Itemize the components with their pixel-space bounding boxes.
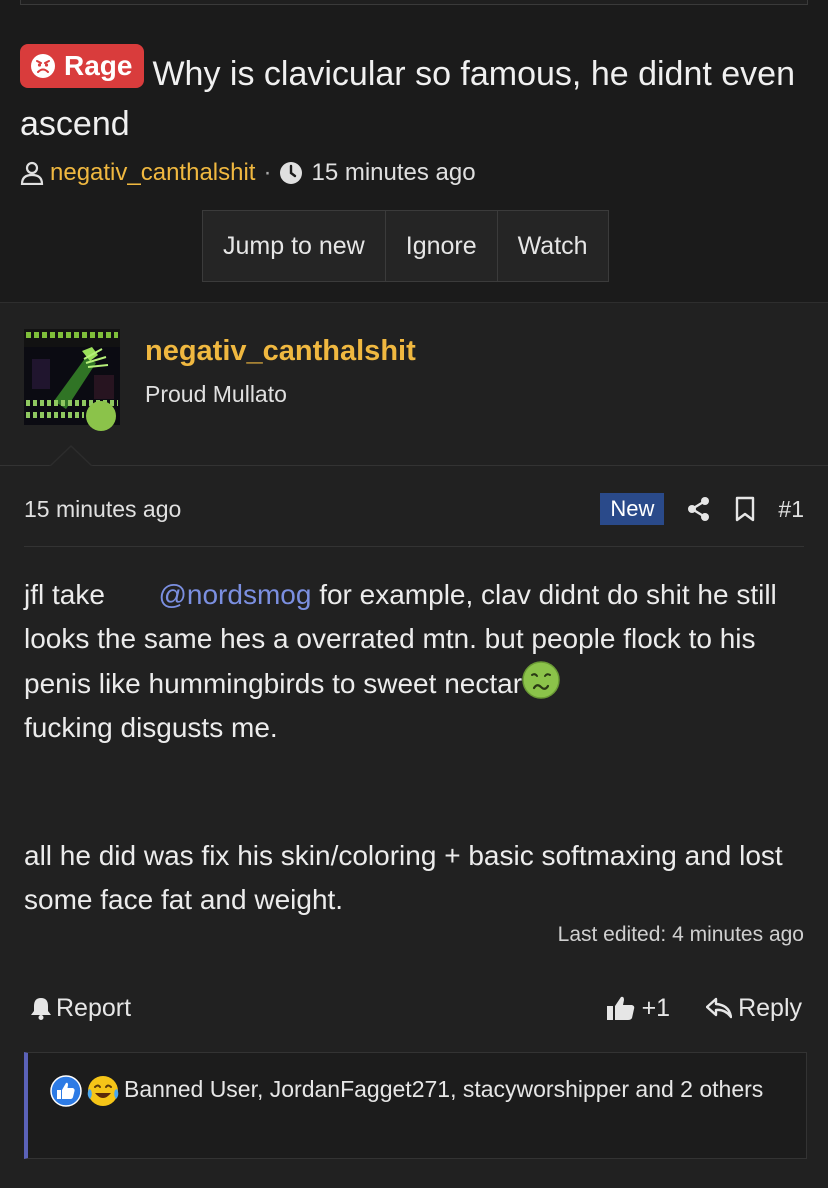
thread-button-group: Jump to new Ignore Watch — [202, 210, 609, 282]
bookmark-icon[interactable] — [734, 496, 756, 522]
post-actions-right: +1 Reply — [606, 994, 802, 1023]
watch-button[interactable]: Watch — [498, 211, 608, 281]
post-actions: Report +1 Reply — [30, 988, 802, 1028]
report-label: Report — [56, 993, 132, 1022]
user-icon — [20, 161, 44, 185]
post-1: negativ_canthalshit Proud Mullato 15 min… — [0, 302, 828, 1188]
new-badge: New — [600, 493, 665, 525]
rage-prefix-label: Rage — [64, 50, 133, 81]
angry-face-icon — [31, 54, 55, 78]
thumbs-up-icon — [606, 996, 634, 1020]
report-button[interactable]: Report — [30, 994, 131, 1023]
body-gap-2 — [24, 792, 814, 834]
rage-prefix-badge[interactable]: Rage — [20, 44, 145, 88]
thread-author-link[interactable]: negativ_canthalshit — [50, 159, 255, 187]
post-time[interactable]: 15 minutes ago — [24, 496, 181, 523]
meta-separator: · — [263, 159, 272, 186]
post-body: jfl take @nordsmog for example, clav did… — [24, 573, 814, 922]
reply-arrow-icon — [706, 997, 733, 1019]
body-text-start: jfl take — [24, 579, 113, 610]
message-arrow-inner — [50, 447, 92, 467]
thread-time[interactable]: 15 minutes ago — [311, 159, 475, 187]
like-button[interactable]: +1 — [606, 993, 671, 1023]
body-text-end: fucking disgusts me. — [24, 712, 278, 743]
post-username[interactable]: negativ_canthalshit — [145, 335, 416, 368]
post-user-title: Proud Mullato — [145, 381, 287, 407]
last-edited-note: Last edited: 4 minutes ago — [557, 923, 804, 946]
thread-meta: negativ_canthalshit · 15 minutes ago — [20, 159, 810, 187]
meta-divider — [24, 546, 804, 547]
jump-to-new-button[interactable]: Jump to new — [203, 211, 386, 281]
body-gap — [24, 750, 814, 792]
nauseated-face-emoji-icon — [522, 661, 560, 699]
thread-title: Rage Why is clavicular so famous, he did… — [20, 44, 810, 149]
clock-icon — [280, 162, 303, 184]
reactions-text[interactable]: Banned User, JordanFagget271, stacyworsh… — [50, 1073, 770, 1106]
share-icon[interactable] — [686, 496, 712, 522]
thread-header: Rage Why is clavicular so famous, he did… — [20, 44, 810, 187]
reply-button[interactable]: Reply — [706, 994, 802, 1023]
body-text-middle: for example, clav didnt do shit he still… — [24, 579, 777, 699]
previous-section-edge — [20, 0, 808, 5]
post-meta-bar: 15 minutes ago New #1 — [24, 489, 804, 529]
bell-icon — [31, 998, 51, 1020]
mention-link[interactable]: @nordsmog — [158, 579, 311, 610]
post-meta-actions: New #1 — [600, 493, 804, 525]
ignore-button[interactable]: Ignore — [386, 211, 498, 281]
like-count: +1 — [641, 993, 671, 1022]
online-status-dot — [86, 401, 116, 431]
post-user-block: negativ_canthalshit Proud Mullato — [0, 303, 828, 467]
reply-label: Reply — [738, 993, 802, 1022]
post-number-link[interactable]: #1 — [778, 496, 804, 523]
body-paragraph-2: all he did was fix his skin/coloring + b… — [24, 840, 783, 915]
reactions-summary[interactable]: Banned User, JordanFagget271, stacyworsh… — [24, 1052, 807, 1159]
